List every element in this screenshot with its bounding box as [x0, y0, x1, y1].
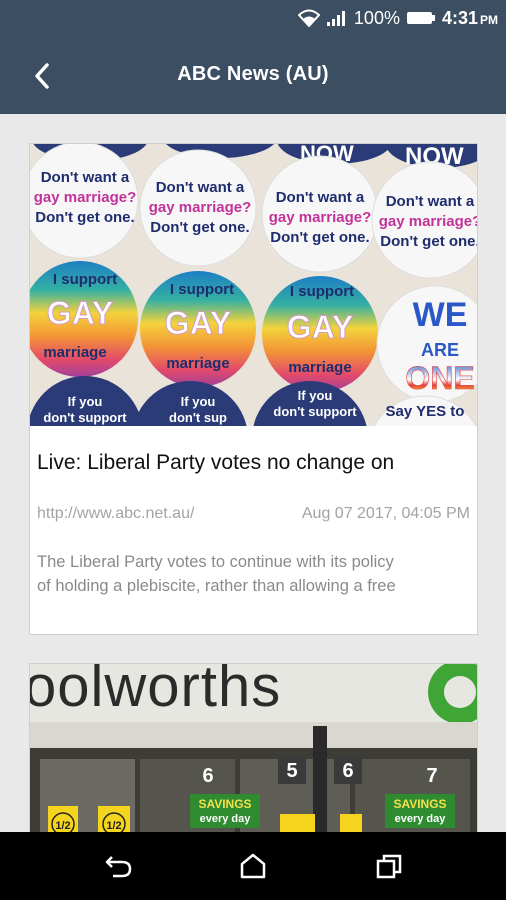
article-card[interactable]: NOW NOW Don't want a gay marriage? Don't… — [29, 143, 478, 635]
svg-text:gay marriage?: gay marriage? — [149, 199, 252, 216]
news-feed[interactable]: NOW NOW Don't want a gay marriage? Don't… — [0, 114, 506, 832]
svg-text:I support: I support — [53, 271, 117, 288]
svg-text:1/2: 1/2 — [55, 820, 70, 832]
badges-photo: NOW NOW Don't want a gay marriage? Don't… — [30, 144, 477, 426]
svg-text:marriage: marriage — [43, 344, 106, 361]
svg-text:marriage: marriage — [288, 359, 351, 376]
article-image[interactable]: oolworths 5 6 6 7 SAVINGS every day SAVI… — [30, 664, 477, 832]
app-bar: ABC News (AU) — [0, 36, 506, 114]
app-title: ABC News (AU) — [177, 63, 329, 85]
nav-home-button[interactable] — [233, 846, 273, 886]
svg-text:Don't want a: Don't want a — [156, 179, 245, 196]
article-headline[interactable]: Live: Liberal Party votes no change on — [37, 451, 394, 475]
back-icon — [105, 856, 132, 878]
svg-text:If you: If you — [68, 394, 103, 409]
svg-text:GAY: GAY — [165, 305, 231, 341]
article-source[interactable]: http://www.abc.net.au/ — [37, 505, 194, 523]
svg-text:Don't get one.: Don't get one. — [150, 219, 249, 236]
battery-percent: 100% — [353, 7, 400, 28]
snippet-line: The Liberal Party votes to continue with… — [37, 553, 394, 571]
svg-text:SAVINGS: SAVINGS — [198, 797, 251, 811]
article-meta: http://www.abc.net.au/ Aug 07 2017, 04:0… — [37, 505, 470, 523]
clock-time: 4:31 — [441, 7, 478, 28]
svg-text:7: 7 — [426, 765, 437, 787]
svg-text:every day: every day — [395, 813, 447, 825]
article-date: Aug 07 2017, 04:05 PM — [301, 505, 470, 522]
svg-text:6: 6 — [202, 765, 213, 787]
svg-text:don't support: don't support — [273, 404, 357, 419]
system-nav-bar — [0, 832, 506, 900]
signal-icon — [326, 11, 345, 26]
svg-text:oolworths: oolworths — [30, 664, 281, 719]
svg-text:I support: I support — [290, 283, 354, 300]
svg-text:If you: If you — [298, 388, 333, 403]
svg-text:gay marriage?: gay marriage? — [269, 209, 372, 226]
svg-text:every day: every day — [200, 813, 252, 825]
svg-text:Don't want a: Don't want a — [41, 169, 130, 186]
wifi-icon — [297, 9, 320, 27]
svg-text:GAY: GAY — [287, 309, 353, 345]
status-icons: 100% 4:31 PM — [297, 6, 498, 30]
svg-text:marriage: marriage — [166, 355, 229, 372]
svg-text:I support: I support — [170, 281, 234, 298]
battery-icon — [406, 12, 435, 24]
svg-text:Don't get one.: Don't get one. — [35, 209, 134, 226]
svg-text:WE: WE — [413, 296, 468, 334]
svg-text:ONE: ONE — [405, 360, 474, 396]
svg-text:don't sup: don't sup — [169, 410, 227, 425]
recent-apps-icon — [376, 854, 402, 879]
status-time: 4:31 PM — [442, 8, 498, 29]
svg-text:gay marriage?: gay marriage? — [379, 213, 477, 230]
svg-text:1/2: 1/2 — [106, 820, 121, 832]
svg-text:Don't want a: Don't want a — [386, 193, 475, 210]
svg-text:5: 5 — [286, 760, 297, 782]
svg-text:SAVINGS: SAVINGS — [393, 797, 446, 811]
svg-text:Don't get one.: Don't get one. — [380, 233, 477, 250]
nav-recent-apps-button[interactable] — [369, 846, 409, 886]
svg-text:don't support: don't support — [43, 410, 127, 425]
svg-text:Don't get one.: Don't get one. — [270, 229, 369, 246]
svg-text:gay marriage?: gay marriage? — [34, 189, 137, 206]
svg-text:If you: If you — [181, 394, 216, 409]
svg-text:GAY: GAY — [47, 295, 113, 331]
svg-text:6: 6 — [342, 760, 353, 782]
article-card[interactable]: oolworths 5 6 6 7 SAVINGS every day SAVI… — [29, 663, 478, 832]
article-image[interactable]: NOW NOW Don't want a gay marriage? Don't… — [30, 144, 477, 426]
svg-text:ARE: ARE — [421, 340, 459, 360]
snippet-line: of holding a plebiscite, rather than all… — [37, 577, 396, 595]
nav-back-button[interactable] — [99, 846, 139, 886]
supermarket-photo: oolworths 5 6 6 7 SAVINGS every day SAVI… — [30, 664, 477, 832]
clock-ampm: PM — [480, 12, 498, 27]
status-bar: 100% 4:31 PM — [0, 0, 506, 36]
svg-text:Don't want a: Don't want a — [276, 189, 365, 206]
svg-text:Say YES to: Say YES to — [386, 403, 465, 420]
article-snippet: The Liberal Party votes to continue with… — [37, 550, 470, 598]
home-icon — [240, 853, 266, 879]
